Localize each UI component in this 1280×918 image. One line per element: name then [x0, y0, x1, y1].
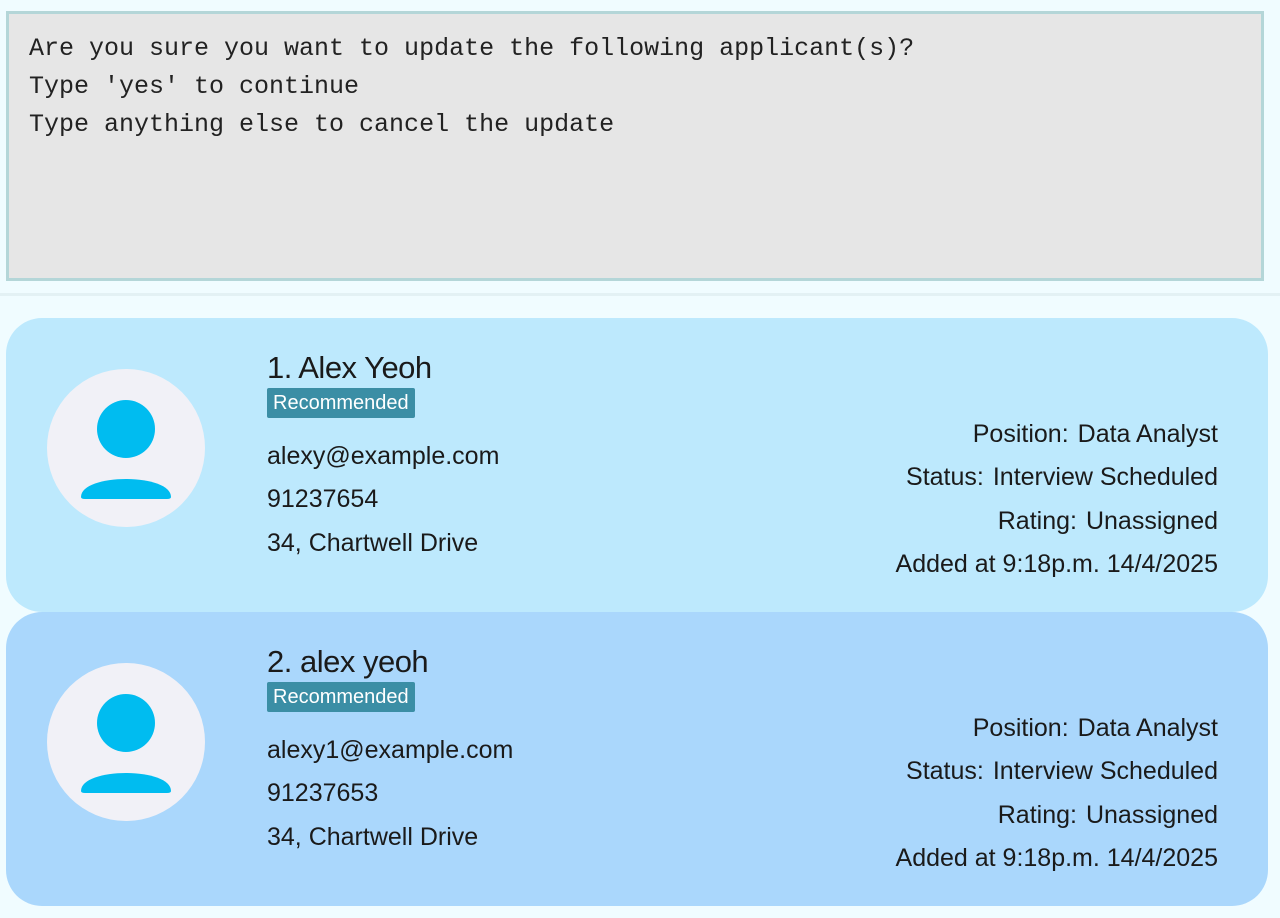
avatar [47, 369, 205, 527]
rating-value: Unassigned [1085, 507, 1218, 535]
applicant-phone: 91237654 [267, 485, 379, 513]
rating-row: Rating: Unassigned [998, 801, 1218, 830]
status-value: Interview Scheduled [992, 463, 1218, 491]
tag-badge: Recommended [267, 682, 415, 712]
avatar [47, 663, 205, 821]
applicant-address: 34, Chartwell Drive [267, 529, 479, 557]
applicant-card[interactable]: 1. Alex Yeoh Recommended alexy@example.c… [6, 318, 1268, 612]
rating-row: Rating: Unassigned [998, 507, 1218, 536]
position-label: Position: [972, 714, 1069, 742]
result-line-3: Type anything else to cancel the update [29, 110, 615, 139]
added-timestamp: Added at 9:18p.m. 14/4/2025 [895, 844, 1218, 872]
applicant-email: alexy1@example.com [267, 736, 514, 764]
applicant-name: 2. alex yeoh [267, 644, 429, 679]
status-label: Status: [906, 463, 984, 491]
position-row: Position: Data Analyst [973, 714, 1218, 743]
added-timestamp: Added at 9:18p.m. 14/4/2025 [895, 550, 1218, 578]
position-label: Position: [972, 420, 1069, 448]
applicant-address: 34, Chartwell Drive [267, 823, 479, 851]
rating-value: Unassigned [1085, 801, 1218, 829]
rating-label: Rating: [997, 507, 1077, 535]
user-icon [81, 400, 171, 499]
command-result-box[interactable]: Are you sure you want to update the foll… [6, 11, 1264, 281]
position-value: Data Analyst [1077, 714, 1218, 742]
status-value: Interview Scheduled [992, 757, 1218, 785]
applicant-name: 1. Alex Yeoh [267, 350, 432, 385]
applicant-phone: 91237653 [267, 779, 379, 807]
status-label: Status: [906, 757, 984, 785]
panel-divider[interactable] [0, 293, 1280, 296]
tag-badge: Recommended [267, 388, 415, 418]
result-line-2: Type 'yes' to continue [29, 72, 360, 101]
status-row: Status: Interview Scheduled [906, 757, 1218, 786]
position-value: Data Analyst [1077, 420, 1218, 448]
rating-label: Rating: [997, 801, 1077, 829]
result-line-1: Are you sure you want to update the foll… [29, 34, 915, 63]
applicant-card[interactable]: 2. alex yeoh Recommended alexy1@example.… [6, 612, 1268, 906]
position-row: Position: Data Analyst [973, 420, 1218, 449]
applicant-email: alexy@example.com [267, 442, 500, 470]
user-icon [81, 694, 171, 793]
status-row: Status: Interview Scheduled [906, 463, 1218, 492]
